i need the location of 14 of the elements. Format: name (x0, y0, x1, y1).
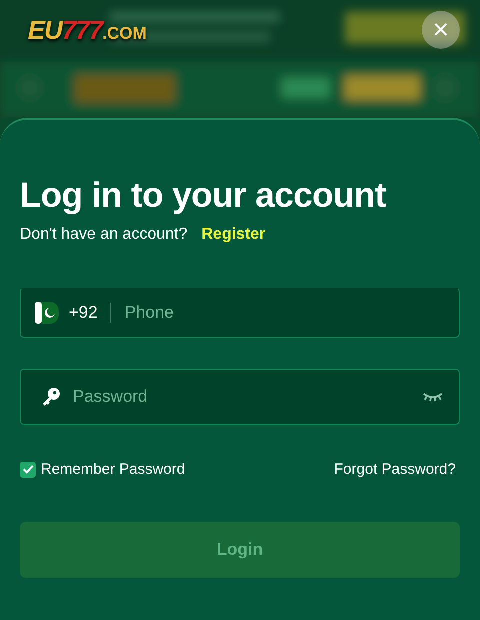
phone-input[interactable]: Phone (122, 302, 445, 324)
register-link[interactable]: Register (202, 226, 266, 244)
eye-closed-icon[interactable] (423, 392, 443, 402)
phone-field[interactable]: +92 Phone (20, 288, 460, 338)
forgot-password-link[interactable]: Forgot Password? (334, 461, 456, 478)
logo: EU777.COM (28, 14, 147, 46)
register-prompt: Don't have an account? (20, 226, 188, 244)
page-title: Log in to your account (20, 176, 388, 216)
password-input[interactable]: Password (71, 386, 423, 408)
country-code[interactable]: +92 (69, 303, 98, 323)
flag-icon (35, 302, 59, 324)
remember-checkbox[interactable]: Remember Password (20, 461, 186, 478)
password-field[interactable]: Password (20, 369, 460, 425)
key-icon (41, 387, 61, 407)
